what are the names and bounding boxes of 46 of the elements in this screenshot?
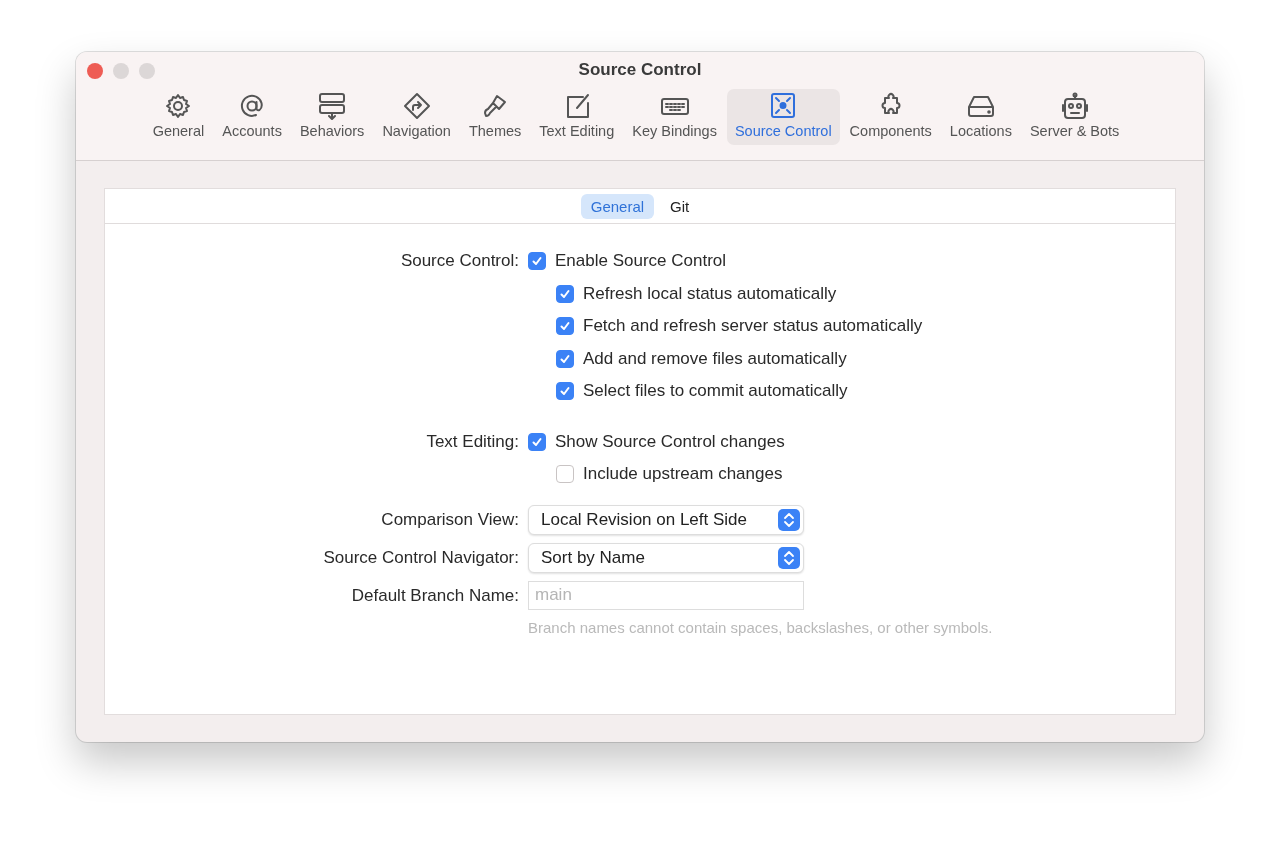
checkbox[interactable] — [556, 465, 574, 483]
checkbox-label: Show Source Control changes — [555, 431, 785, 452]
checkmark-icon — [559, 385, 571, 397]
setting-label: Default Branch Name: — [351, 585, 519, 605]
toolbar-tab[interactable]: Navigation — [374, 89, 459, 145]
checkmark-icon — [531, 435, 543, 448]
toolbar-tab[interactable]: General — [144, 89, 213, 145]
toolbar-tab[interactable]: Source Control — [726, 89, 840, 145]
toolbar-tab[interactable]: Accounts — [214, 89, 290, 145]
checkbox[interactable] — [556, 349, 574, 368]
segment-tab[interactable]: General — [580, 194, 655, 219]
up-down-chevron-icon — [778, 546, 800, 569]
checkbox[interactable] — [556, 382, 574, 400]
close-button[interactable] — [87, 63, 103, 79]
checkmark-icon — [531, 255, 543, 267]
popup-menu[interactable]: Local Revision on Left Side — [528, 504, 804, 535]
checkbox-label: Include upstream changes — [583, 464, 783, 484]
checkbox[interactable] — [528, 252, 546, 270]
checkbox[interactable] — [556, 284, 574, 303]
checkmark-icon — [559, 320, 571, 332]
toolbar-tab[interactable]: Components — [841, 89, 940, 145]
checkbox-label: Fetch and refresh server status automatically — [583, 316, 923, 336]
toolbar-tab[interactable]: Key Bindings — [624, 89, 725, 145]
checkbox-label: Refresh local status automatically — [583, 283, 837, 304]
segment-tab[interactable]: Git — [660, 194, 700, 219]
toolbar-tab[interactable]: Locations — [941, 89, 1020, 145]
toolbar-tab[interactable]: Behaviors — [291, 89, 373, 145]
checkmark-icon — [559, 287, 571, 300]
toolbar-tab[interactable]: Text Editing — [531, 89, 623, 145]
checkbox[interactable] — [556, 317, 574, 335]
toolbar-tab[interactable]: Themes — [460, 89, 530, 145]
popup-menu[interactable]: Sort by Name — [528, 542, 804, 573]
setting-label: Comparison View: — [381, 509, 519, 529]
checkbox-label: Add and remove files automatically — [583, 348, 847, 369]
text-field[interactable]: main — [528, 580, 804, 610]
setting-label: Text Editing: — [426, 431, 519, 451]
setting-label: Source Control: — [400, 251, 519, 270]
hint-text: Branch names cannot contain spaces, backslashes, or other symbols. — [528, 618, 993, 636]
checkbox-label: Select files to commit automatically — [583, 381, 848, 401]
up-down-chevron-icon — [778, 508, 800, 531]
checkbox[interactable] — [528, 432, 546, 451]
toolbar-tab[interactable]: Server & Bots — [1021, 89, 1128, 145]
checkbox-label: Enable Source Control — [555, 251, 727, 271]
window-title: Source Control — [578, 60, 702, 81]
setting-label: Source Control Navigator: — [323, 547, 519, 567]
checkmark-icon — [559, 352, 571, 365]
